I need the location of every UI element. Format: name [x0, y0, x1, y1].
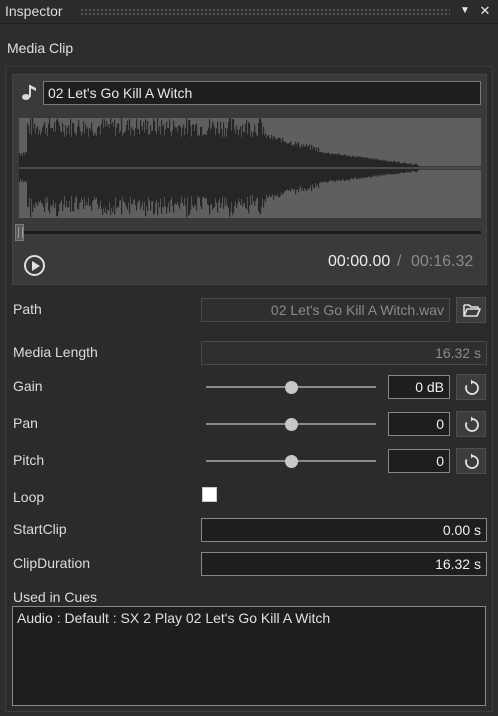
current-time: 00:00.00 [328, 253, 391, 270]
close-icon[interactable]: ✕ [476, 2, 494, 20]
clip-name-field[interactable]: 02 Let's Go Kill A Witch [43, 81, 481, 105]
section-header: Media Clip [0, 30, 498, 64]
total-time: 00:16.32 [411, 253, 474, 270]
list-item[interactable]: Audio : Default : SX 2 Play 02 Let's Go … [17, 610, 330, 626]
play-button[interactable] [24, 255, 45, 276]
loop-label: Loop [13, 489, 45, 505]
browse-folder-button[interactable] [456, 297, 486, 323]
gain-reset-button[interactable] [456, 374, 486, 400]
pan-label: Pan [13, 415, 38, 431]
clip-duration-label: ClipDuration [13, 555, 91, 571]
media-length-label: Media Length [13, 344, 98, 360]
gain-label: Gain [13, 378, 43, 394]
music-note-icon [22, 85, 36, 100]
start-clip-field[interactable]: 0.00 s [201, 518, 487, 542]
gain-field[interactable]: 0 dB [388, 375, 450, 399]
reset-icon [465, 416, 479, 432]
window-menu-chevron-icon[interactable]: ▼ [456, 2, 474, 20]
cues-list[interactable]: Audio : Default : SX 2 Play 02 Let's Go … [12, 606, 486, 706]
playback-scrub-handle[interactable] [15, 224, 24, 241]
titlebar-drag-grip[interactable] [80, 8, 450, 16]
reset-icon [465, 379, 479, 395]
pitch-slider-handle[interactable] [284, 455, 298, 468]
folder-open-icon [463, 304, 481, 317]
waveform-display[interactable] [19, 118, 481, 218]
pitch-label: Pitch [13, 452, 45, 468]
media-length-field: 16.32 s [201, 341, 487, 365]
pan-slider-handle[interactable] [284, 418, 298, 431]
gain-slider-handle[interactable] [284, 381, 298, 394]
pan-field[interactable]: 0 [388, 412, 450, 436]
pitch-reset-button[interactable] [456, 448, 486, 474]
section-title: Media Clip [7, 40, 74, 56]
loop-checkbox[interactable] [202, 487, 217, 502]
path-field[interactable]: 02 Let's Go Kill A Witch.wav [201, 298, 450, 322]
path-label: Path [13, 301, 42, 317]
playback-scrub-track[interactable] [19, 231, 481, 234]
clip-duration-field[interactable]: 16.32 s [201, 552, 487, 576]
inspector-title: Inspector [5, 3, 63, 19]
start-clip-label: StartClip [13, 521, 67, 537]
pitch-field[interactable]: 0 [388, 449, 450, 473]
reset-icon [465, 453, 479, 469]
time-separator: / [397, 253, 402, 270]
inspector-titlebar: Inspector ▼ ✕ [0, 0, 498, 24]
used-in-cues-label: Used in Cues [13, 589, 98, 605]
pan-reset-button[interactable] [456, 411, 486, 437]
